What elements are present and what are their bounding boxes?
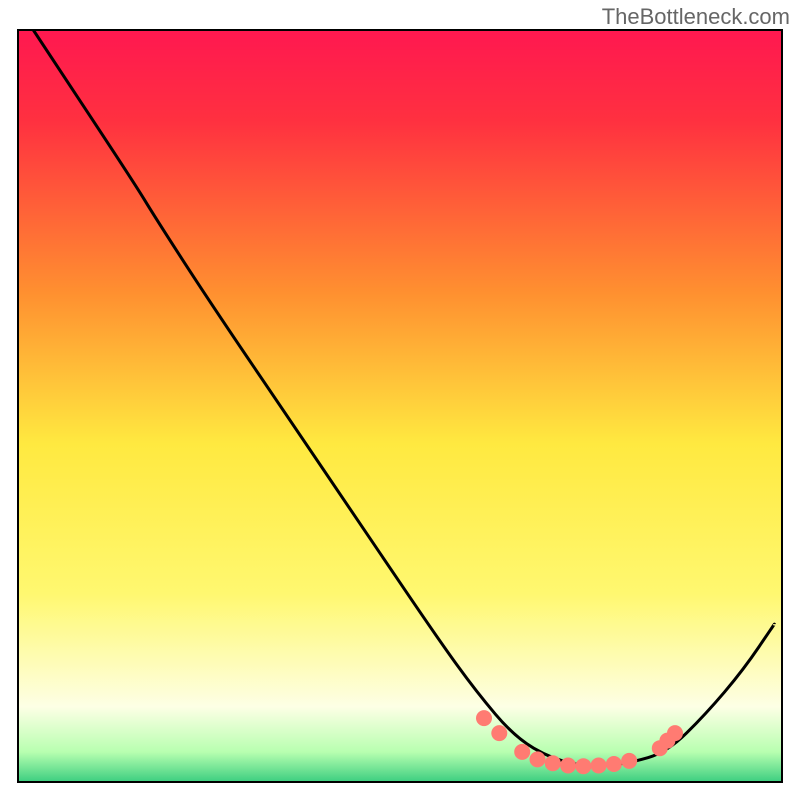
data-marker xyxy=(560,758,576,774)
data-marker xyxy=(514,744,530,760)
data-marker xyxy=(667,725,683,741)
data-marker xyxy=(575,758,591,774)
plot-background xyxy=(18,30,782,782)
data-marker xyxy=(491,725,507,741)
bottleneck-chart: TheBottleneck.com xyxy=(0,0,800,800)
attribution-text: TheBottleneck.com xyxy=(602,4,790,30)
chart-svg xyxy=(0,0,800,800)
data-marker xyxy=(530,751,546,767)
data-marker xyxy=(606,756,622,772)
data-marker xyxy=(591,758,607,774)
data-marker xyxy=(545,755,561,771)
data-marker xyxy=(621,753,637,769)
data-marker xyxy=(476,710,492,726)
